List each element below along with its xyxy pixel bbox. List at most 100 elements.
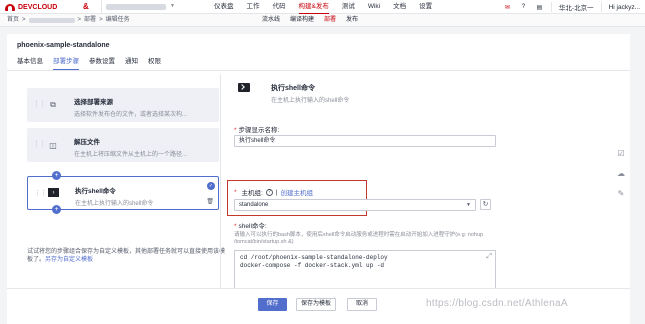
project-icon[interactable]: & [83, 2, 89, 11]
check-icon: ✓ [207, 182, 215, 190]
code-line: cd /root/phoenix-sample-standalone-deplo… [240, 254, 388, 261]
brand-logo[interactable]: DEVCLOUD [5, 2, 57, 12]
terminal-icon: › [48, 188, 59, 197]
nav-item-2[interactable]: 代码 [273, 0, 286, 14]
required-mark: * [234, 188, 237, 196]
tab-4[interactable]: 权限 [148, 56, 161, 70]
divider [101, 0, 102, 14]
shell-help-text: 请输入可以执行的bash脚本，使用后shell命令启动服务或进程时需在启动开始加… [234, 232, 484, 245]
nav-item-4[interactable]: 测试 [342, 0, 355, 14]
required-mark: * [234, 223, 237, 230]
shell-label-text: shell命令: [238, 223, 267, 230]
checklist-icon[interactable]: ☑ [616, 148, 626, 158]
host-group-label: * 主机组: ? | 创建主机组 [234, 187, 313, 197]
step-desc: 在主机上执行输入的shell命令 [75, 201, 154, 207]
nav-item-6[interactable]: 文档 [393, 0, 406, 14]
help-icon[interactable]: ? [265, 188, 273, 196]
main-card: phoenix-sample-standalone 基本信息 部署步骤 参数设置 通知… [7, 34, 630, 324]
step-item[interactable]: ⋮⋮ ⧉ 选择部署来源 选择软件发布仓的文件，或者选择某次构... [27, 88, 219, 122]
unzip-icon: ◫ [49, 140, 57, 150]
breadcrumb: 首页 > > 部署 > 编辑任务 [7, 14, 130, 27]
tab-1[interactable]: 部署步骤 [53, 56, 79, 70]
step-title: 解压文件 [74, 139, 100, 146]
main-nav: 仪表盘 工作 代码 构建&发布 测试 Wiki 文档 设置 [214, 0, 432, 14]
step-name-label: * 步骤显示名称: [234, 124, 279, 134]
chevron-down-icon[interactable]: ▼ [170, 3, 175, 9]
code-line: docker-compose -f docker-stack.yml up -d [240, 262, 385, 269]
add-step-above-button[interactable]: + [52, 171, 61, 180]
delete-icon[interactable]: 🗑 [206, 198, 214, 205]
drag-handle-icon[interactable]: ⋮⋮ [34, 189, 47, 197]
floating-tools: ☑ ☁ ✎ [616, 148, 626, 198]
drag-handle-icon[interactable]: ⋮⋮ [33, 100, 46, 108]
cart-icon[interactable]: ▤ [535, 3, 544, 12]
tab-0[interactable]: 基本信息 [17, 56, 43, 70]
sub-bar: 首页 > > 部署 > 编辑任务 流水线 编译构建 部署 发布 [0, 14, 645, 27]
host-separator: | [275, 188, 278, 196]
step-title: 执行shell命令 [75, 188, 116, 195]
save-as-template-link[interactable]: 另存为自定义模板 [45, 257, 93, 263]
brand-name: DEVCLOUD [18, 3, 58, 11]
watermark: https://blog.csdn.net/AthlenaA [426, 298, 568, 309]
project-name-redacted[interactable] [106, 4, 166, 10]
breadcrumb-separator: > [99, 17, 103, 23]
feedback-icon[interactable]: ✎ [616, 188, 626, 198]
breadcrumb-separator: > [22, 17, 26, 23]
step-title: 选择部署来源 [74, 99, 113, 106]
deploy-source-icon: ⧉ [50, 100, 56, 109]
subnav-item-2[interactable]: 部署 [324, 14, 336, 27]
divider [600, 2, 602, 12]
tab-bar: 基本信息 部署步骤 参数设置 通知 权限 [17, 56, 161, 70]
add-step-below-button[interactable]: + [52, 205, 61, 214]
terminal-icon [238, 83, 250, 92]
cancel-button[interactable]: 取消 [347, 298, 377, 311]
region-selector[interactable]: 华北-北京一 [559, 2, 594, 12]
drag-handle-icon[interactable]: ⋮⋮ [33, 140, 46, 148]
nav-item-3[interactable]: 构建&发布 [298, 1, 329, 14]
save-as-template-button[interactable]: 保存为模板 [296, 298, 336, 311]
detail-desc: 在主机上执行输入的shell命令 [271, 98, 350, 104]
help-icon[interactable]: ? [519, 3, 528, 12]
breadcrumb-separator: > [77, 17, 82, 23]
breadcrumb-parent[interactable]: 部署 [84, 14, 96, 27]
chevron-down-icon[interactable]: ▼ [466, 200, 471, 210]
breadcrumb-current: 编辑任务 [105, 17, 130, 23]
breadcrumb-project-redacted[interactable] [28, 18, 75, 23]
host-group-label-text: 主机组: [241, 190, 263, 197]
fullscreen-icon[interactable]: ⤢ [486, 253, 492, 261]
tab-3[interactable]: 通知 [125, 56, 138, 70]
template-hint: 试试将您的步骤组合保存为自定义模板，其他部署任务就可以直接使用该模板了。另存为自… [27, 248, 225, 264]
host-group-value: standalone [239, 202, 269, 208]
user-menu[interactable]: Hi jackyz... [609, 4, 640, 11]
top-bar: DEVCLOUD & ▼ 仪表盘 工作 代码 构建&发布 测试 Wiki 文档 设置 ✉ ? … [0, 0, 645, 14]
sub-nav: 流水线 编译构建 部署 发布 [262, 14, 358, 27]
tab-2[interactable]: 参数设置 [89, 56, 115, 70]
step-name-input[interactable]: 执行shell命令 [234, 135, 496, 147]
step-item[interactable]: ⋮⋮ ◫ 解压文件 在主机上将压缩文件从主机上的一个路径... [27, 128, 219, 162]
divider [550, 2, 552, 12]
nav-item-5[interactable]: Wiki [368, 0, 380, 14]
notification-icon[interactable]: ✉ [503, 3, 512, 12]
subnav-item-1[interactable]: 编译构建 [290, 14, 314, 27]
detail-title: 执行shell命令 [271, 85, 315, 92]
subnav-item-0[interactable]: 流水线 [262, 14, 280, 27]
step-detail-panel: 执行shell命令 在主机上执行输入的shell命令 * 步骤显示名称: 执行sh… [221, 71, 630, 324]
page-title: phoenix-sample-standalone [17, 42, 110, 49]
step-name-label-text: 步骤显示名称: [238, 127, 280, 134]
step-desc: 选择软件发布仓的文件，或者选择某次构... [74, 112, 188, 118]
shell-label: * shell命令: [234, 220, 267, 230]
save-button[interactable]: 保存 [258, 298, 287, 311]
step-list: ⋮⋮ ⧉ 选择部署来源 选择软件发布仓的文件，或者选择某次构... ⋮⋮ ◫ 解… [17, 74, 225, 324]
breadcrumb-home[interactable]: 首页 [7, 14, 19, 27]
nav-item-0[interactable]: 仪表盘 [214, 0, 234, 14]
create-host-group-link[interactable]: 创建主机组 [281, 187, 314, 197]
refresh-button[interactable]: ↻ [480, 199, 491, 210]
nav-item-1[interactable]: 工作 [247, 0, 260, 14]
host-group-select[interactable]: standalone ▼ [234, 199, 476, 211]
subnav-item-3[interactable]: 发布 [346, 14, 358, 27]
huawei-logo-icon [5, 3, 15, 11]
cloud-icon[interactable]: ☁ [616, 168, 626, 178]
nav-item-7[interactable]: 设置 [419, 0, 432, 14]
required-mark: * [234, 127, 237, 134]
step-desc: 在主机上将压缩文件从主机上的一个路径... [74, 152, 188, 158]
